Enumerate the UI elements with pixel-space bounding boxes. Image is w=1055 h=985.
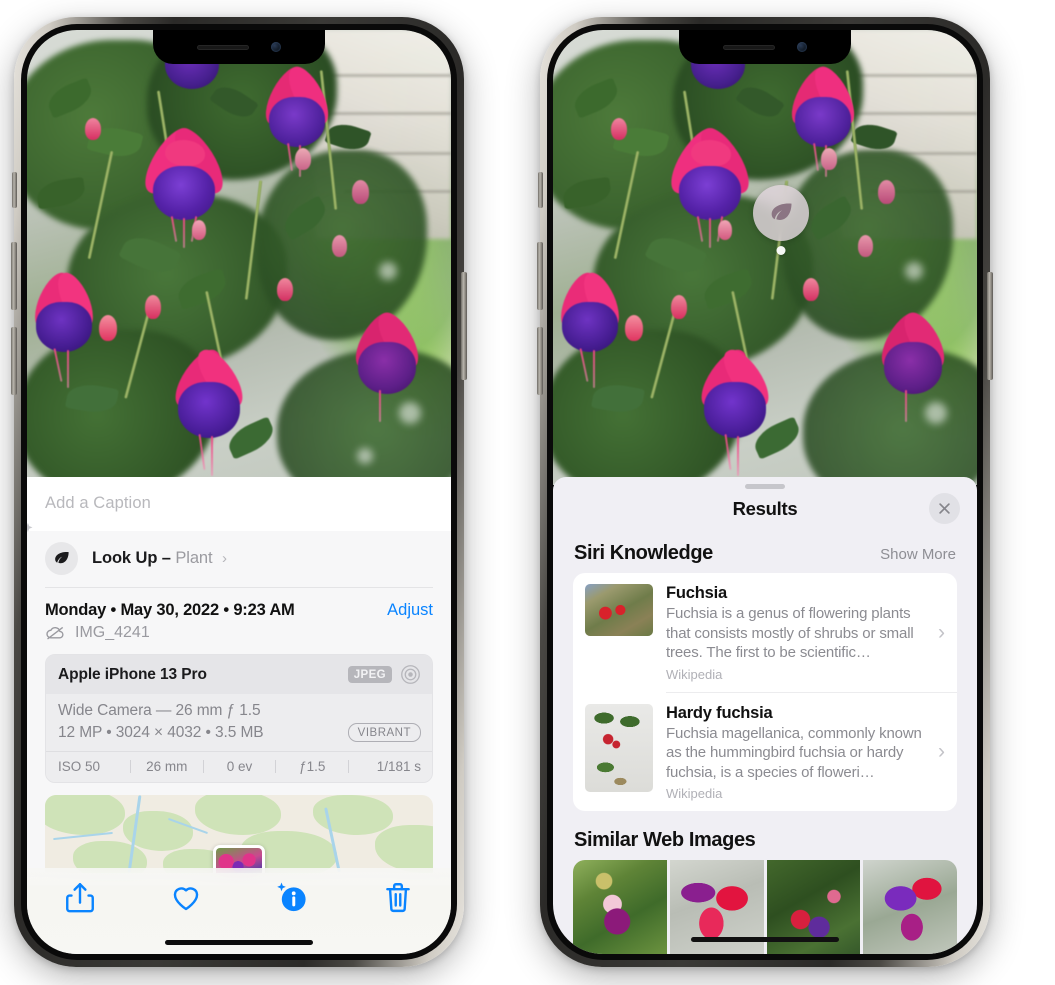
- exif-aperture: ƒ1.5: [299, 759, 326, 774]
- knowledge-item[interactable]: Hardy fuchsia Fuchsia magellanica, commo…: [573, 693, 957, 812]
- sparkles-icon: [27, 522, 33, 532]
- notch: [153, 30, 325, 64]
- fuchsia-flower: [327, 306, 447, 430]
- exif-shutter: 1/181 s: [376, 759, 421, 774]
- sheet-header: Results: [553, 489, 977, 532]
- device-bezel: Add a Caption Look Up – Plant › Monday •…: [21, 24, 457, 960]
- knowledge-description: Fuchsia is a genus of flowering plants t…: [666, 605, 914, 661]
- photo-viewer[interactable]: [27, 30, 451, 485]
- photo-date: Monday • May 30, 2022 • 9:23 AM: [45, 601, 295, 619]
- cloud-slash-icon: [46, 626, 64, 640]
- siri-knowledge-card: Fuchsia Fuchsia is a genus of flowering …: [573, 573, 957, 811]
- exif-header: Apple iPhone 13 Pro JPEG: [46, 655, 432, 694]
- caption-input[interactable]: Add a Caption: [27, 477, 451, 531]
- screenshot-stage: Add a Caption Look Up – Plant › Monday •…: [0, 0, 1055, 985]
- trash-icon[interactable]: [381, 880, 415, 914]
- mute-switch[interactable]: [12, 172, 17, 208]
- photo-viewer[interactable]: [553, 30, 977, 485]
- fuchsia-flower: [237, 61, 357, 185]
- chevron-right-icon: ›: [938, 740, 945, 764]
- exif-card[interactable]: Apple iPhone 13 Pro JPEG Wide Camera — 2…: [45, 654, 433, 783]
- exif-stats-row: ISO 50 26 mm 0 ev ƒ1.5 1/181 s: [46, 751, 432, 782]
- web-image-1[interactable]: [573, 860, 667, 954]
- chevron-right-icon: ›: [938, 620, 945, 644]
- knowledge-source: Wikipedia: [666, 786, 723, 801]
- heart-icon[interactable]: [169, 880, 203, 914]
- knowledge-title: Hardy fuchsia: [666, 703, 773, 722]
- section-title: Similar Web Images: [574, 829, 756, 851]
- caption-placeholder: Add a Caption: [45, 494, 151, 512]
- volume-down-button[interactable]: [11, 327, 17, 395]
- exif-iso: ISO 50: [58, 759, 101, 774]
- look-up-subject: Plant: [175, 549, 213, 567]
- similar-web-images-header: Similar Web Images: [553, 811, 977, 860]
- aperture-icon: [401, 665, 420, 684]
- exif-body: Wide Camera — 26 mm ƒ 1.5 12 MP • 3024 ×…: [46, 694, 432, 751]
- notch: [679, 30, 851, 64]
- show-more-button[interactable]: Show More: [880, 546, 956, 563]
- front-camera-icon: [271, 42, 281, 52]
- mute-switch[interactable]: [538, 172, 543, 208]
- visual-lookup-circle[interactable]: [753, 185, 809, 241]
- visual-lookup-badge[interactable]: [753, 185, 809, 255]
- earpiece-speaker: [197, 44, 249, 50]
- right-screen: Results Siri Knowledge Show More Fuchsia…: [553, 30, 977, 954]
- section-title: Siri Knowledge: [574, 542, 713, 564]
- exif-focal: 26 mm: [146, 759, 188, 774]
- leaf-icon: [771, 203, 792, 220]
- knowledge-item[interactable]: Fuchsia Fuchsia is a genus of flowering …: [573, 573, 957, 692]
- volume-down-button[interactable]: [537, 327, 543, 395]
- home-indicator[interactable]: [165, 940, 313, 945]
- volume-up-button[interactable]: [11, 242, 17, 310]
- fuchsia-flower: [675, 342, 795, 478]
- results-sheet: Results Siri Knowledge Show More Fuchsia…: [553, 477, 977, 954]
- leaf-icon: [55, 552, 69, 564]
- file-name: IMG_4241: [75, 624, 150, 641]
- close-button[interactable]: [929, 493, 960, 524]
- knowledge-title: Fuchsia: [666, 584, 727, 602]
- fuchsia-flower: [763, 61, 883, 185]
- device-bezel: Results Siri Knowledge Show More Fuchsia…: [547, 24, 983, 960]
- power-button[interactable]: [987, 272, 993, 380]
- look-up-label: Look Up – Plant ›: [92, 549, 227, 568]
- iphone-right-device: Results Siri Knowledge Show More Fuchsia…: [537, 17, 993, 967]
- format-badge: JPEG: [347, 666, 392, 683]
- camera-model: Apple iPhone 13 Pro: [58, 665, 207, 683]
- chevron-right-icon: ›: [221, 550, 227, 567]
- web-image-4[interactable]: [863, 860, 957, 954]
- iphone-left-device: Add a Caption Look Up – Plant › Monday •…: [11, 17, 467, 967]
- look-up-title: Look Up –: [92, 549, 171, 567]
- knowledge-thumbnail: [585, 703, 653, 792]
- file-row: IMG_4241: [27, 620, 451, 654]
- sheet-title: Results: [732, 498, 798, 519]
- left-screen: Add a Caption Look Up – Plant › Monday •…: [27, 30, 451, 954]
- exif-ev: 0 ev: [226, 759, 253, 774]
- front-camera-icon: [797, 42, 807, 52]
- volume-up-button[interactable]: [537, 242, 543, 310]
- visual-lookup-anchor-dot: [776, 246, 786, 255]
- share-icon[interactable]: [63, 880, 97, 914]
- power-button[interactable]: [461, 272, 467, 380]
- knowledge-source: Wikipedia: [666, 666, 723, 682]
- lens-info: Wide Camera — 26 mm ƒ 1.5: [58, 702, 261, 719]
- leaf-badge: [45, 542, 78, 575]
- info-sparkle-icon[interactable]: [275, 880, 309, 914]
- adjust-button[interactable]: Adjust: [387, 601, 433, 620]
- knowledge-description: Fuchsia magellanica, commonly known as t…: [666, 724, 922, 781]
- earpiece-speaker: [723, 44, 775, 50]
- close-icon: [939, 503, 950, 514]
- knowledge-thumbnail: [585, 584, 653, 636]
- style-badge: VIBRANT: [347, 723, 421, 742]
- fuchsia-flower: [119, 121, 249, 250]
- fuchsia-flower: [853, 306, 973, 430]
- look-up-row[interactable]: Look Up – Plant ›: [27, 522, 451, 587]
- date-row: Monday • May 30, 2022 • 9:23 AM Adjust: [27, 588, 451, 620]
- location-map[interactable]: [45, 795, 433, 873]
- image-specs: 12 MP • 3024 × 4032 • 3.5 MB: [58, 723, 264, 741]
- fuchsia-flower: [149, 342, 269, 478]
- siri-knowledge-header: Siri Knowledge Show More: [553, 532, 977, 573]
- home-indicator[interactable]: [691, 937, 839, 942]
